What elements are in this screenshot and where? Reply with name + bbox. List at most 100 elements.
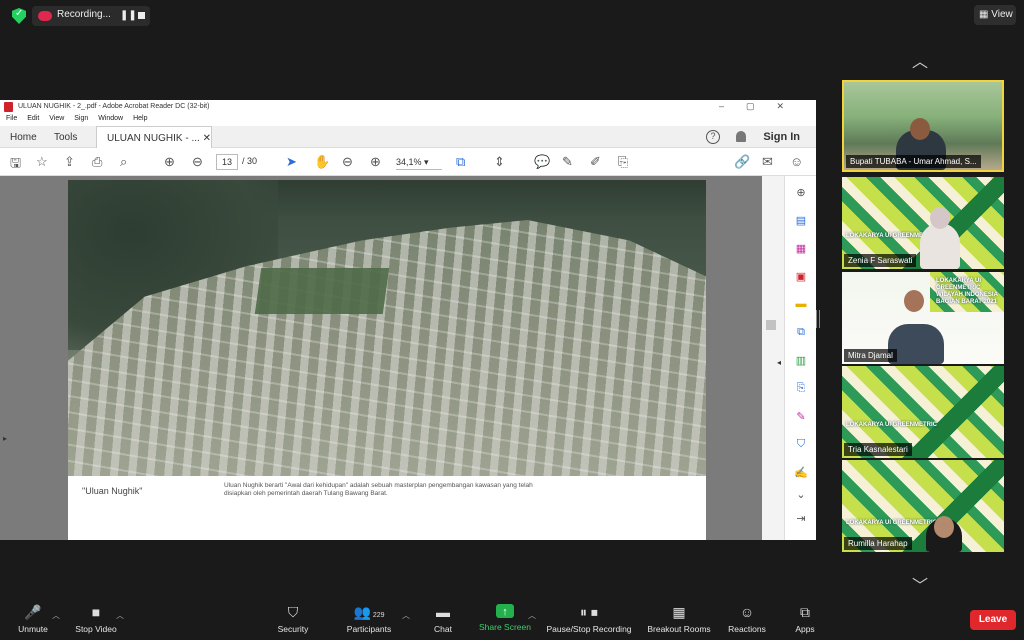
acrobat-toolbar: 🖫 ☆ ⇪ ⎙ ⌕ ⊕ ⊖ 13 / 30 ➤ ✋ ⊖ ⊕ 34,1% ▾ ⧉ … <box>0 148 816 176</box>
upload-icon[interactable]: ⇪ <box>64 154 75 170</box>
share-screen-button[interactable]: ↑ Share Screen <box>476 604 534 638</box>
apps-icon: ⧉ <box>800 604 810 620</box>
gallery-down-chevron-icon[interactable]: ﹀ <box>912 572 928 596</box>
breakout-grid-icon: ▦ <box>672 604 686 620</box>
scrollbar-thumb[interactable] <box>766 320 776 330</box>
participant-name: Tria Kasnalestari <box>844 443 912 456</box>
zoom-select[interactable]: 34,1% ▾ <box>396 154 442 170</box>
tab-home[interactable]: Home <box>10 126 37 148</box>
participant-tile[interactable]: LOKAKARYA UI GREENMETRIC Rumilla Harahap <box>842 460 1004 552</box>
share-screen-icon: ↑ <box>496 604 514 618</box>
apps-button[interactable]: ⧉ Apps <box>790 604 820 638</box>
zoom-value: 34,1% <box>396 157 422 167</box>
security-shield-icon: ⛉ <box>287 604 299 620</box>
security-label: Security <box>277 624 309 634</box>
select-cursor-icon[interactable]: ➤ <box>286 154 297 170</box>
fill-sign-icon[interactable]: ⎘ <box>618 154 628 170</box>
next-page-icon[interactable]: ⊖ <box>192 154 203 170</box>
comment-tool-icon[interactable]: ▬ <box>794 298 808 312</box>
fit-page-icon[interactable]: ⧉ <box>456 154 465 170</box>
hand-tool-icon[interactable]: ✋ <box>314 154 330 170</box>
acrobat-tabs: Home Tools ULUAN NUGHIK - ... ✕ ? Sign I… <box>0 126 816 148</box>
scroll-mode-icon[interactable]: ⇕ <box>494 154 505 170</box>
panel-resize-handle[interactable] <box>816 310 820 328</box>
chat-label: Chat <box>434 624 452 634</box>
document-view[interactable]: "Uluan Nughik" Uluan Nughik berarti "Awa… <box>0 176 784 540</box>
stop-recording-icon[interactable] <box>138 12 145 19</box>
sign-tool-icon[interactable]: ✍ <box>794 466 808 480</box>
menu-window[interactable]: Window <box>98 115 123 122</box>
leave-button[interactable]: Leave <box>970 610 1016 630</box>
save-icon[interactable]: 🖫 <box>10 154 21 176</box>
email-icon[interactable]: ✉ <box>762 154 773 170</box>
more-tools-chevron-icon[interactable]: ⌄ <box>794 488 808 502</box>
create-pdf-icon[interactable]: ▣ <box>794 270 808 284</box>
view-button[interactable]: ▦ View <box>974 5 1016 25</box>
participant-tile[interactable]: LOKAKARYA UI GREENMETRIC Tria Kasnalesta… <box>842 366 1004 458</box>
menu-file[interactable]: File <box>6 115 17 122</box>
participant-tile[interactable]: LOKAKARYA UI GREENMETRIC Zenia F Saraswa… <box>842 177 1004 269</box>
reactions-button[interactable]: ☺ Reactions <box>724 604 770 638</box>
protect-icon[interactable]: ⛉ <box>794 438 808 452</box>
gallery-up-chevron-icon[interactable]: ︿ <box>912 48 928 72</box>
prev-page-icon[interactable]: ⊕ <box>164 154 175 170</box>
recording-label: Recording... <box>57 9 111 20</box>
combine-files-icon[interactable]: ⧉ <box>794 326 808 340</box>
right-panel-toggle-icon[interactable]: ◂ <box>777 358 781 367</box>
pause-stop-recording-button[interactable]: ⏸ ⏹ Pause/Stop Recording <box>544 604 634 638</box>
menu-edit[interactable]: Edit <box>27 115 39 122</box>
bookmark-star-icon[interactable]: ☆ <box>36 154 48 170</box>
help-icon[interactable]: ? <box>706 130 720 144</box>
menu-help[interactable]: Help <box>133 115 147 122</box>
meeting-top-bar: Recording... ❚❚ ▦ View <box>0 0 1024 32</box>
chat-bubble-icon: ▬ <box>436 604 450 620</box>
print-icon[interactable]: ⎙ <box>92 154 102 170</box>
menu-view[interactable]: View <box>49 115 64 122</box>
security-button[interactable]: ⛉ Security <box>272 604 314 638</box>
zoom-in-icon[interactable]: ⊕ <box>370 154 381 170</box>
participants-caret-icon[interactable]: ︿ <box>402 610 410 621</box>
participants-button[interactable]: 👥 229 Participants <box>340 604 398 638</box>
audio-options-caret-icon[interactable]: ︿ <box>52 610 60 621</box>
link-icon[interactable]: 🔗 <box>734 154 750 170</box>
participant-tile[interactable]: Bupati TUBABA - Umar Ahmad, S... <box>842 80 1004 172</box>
search-icon[interactable]: ⌕ <box>120 154 127 170</box>
reactions-smiley-icon: ☺ <box>739 604 755 620</box>
unmute-button[interactable]: 🎤 Unmute <box>12 604 54 638</box>
participant-name: Mitra Djamal <box>844 349 897 362</box>
page-number-input[interactable]: 13 <box>216 154 238 170</box>
zoom-out-icon[interactable]: ⊖ <box>342 154 353 170</box>
compress-icon[interactable]: ▥ <box>794 354 808 368</box>
zoom-search-icon[interactable]: ⊕ <box>794 186 808 200</box>
tab-document[interactable]: ULUAN NUGHIK - ... ✕ <box>96 126 212 148</box>
highlight-pen-icon[interactable]: ✎ <box>562 154 573 170</box>
stop-video-label: Stop Video <box>75 624 117 634</box>
menu-bar: File Edit View Sign Window Help <box>0 114 816 126</box>
notification-bell-icon[interactable] <box>736 131 746 142</box>
participant-tile[interactable]: LOKAKARYA UI GREENMETRIC WILAYAH INDONES… <box>842 272 1004 364</box>
export-pdf-icon[interactable]: ▤ <box>794 214 808 228</box>
participants-icon: 👥 229 <box>353 604 385 620</box>
stop-video-button[interactable]: ■ Stop Video <box>70 604 122 638</box>
tab-tools[interactable]: Tools <box>54 126 77 148</box>
participants-count: 229 <box>372 612 385 619</box>
menu-sign[interactable]: Sign <box>74 115 88 122</box>
breakout-rooms-button[interactable]: ▦ Breakout Rooms <box>644 604 714 638</box>
draw-icon[interactable]: ✐ <box>590 154 601 170</box>
video-options-caret-icon[interactable]: ︿ <box>116 610 124 621</box>
left-panel-toggle-icon[interactable]: ▸ <box>3 434 7 443</box>
chat-button[interactable]: ▬ Chat <box>426 604 460 638</box>
meeting-controls: 🎤 Unmute ︿ ■ Stop Video ︿ ⛉ Security 👥 22… <box>0 600 1024 640</box>
organize-pages-icon[interactable]: ▦ <box>794 242 808 256</box>
fill-sign-tool-icon[interactable]: ✎ <box>794 410 808 424</box>
sign-in-button[interactable]: Sign In <box>763 131 800 143</box>
comment-icon[interactable]: 💬 <box>534 154 550 170</box>
account-icon[interactable]: ☺ <box>790 154 803 169</box>
edit-pdf-icon[interactable]: ⎘ <box>794 382 808 396</box>
participant-avatar <box>920 223 960 269</box>
share-options-caret-icon[interactable]: ︿ <box>528 610 536 621</box>
collapse-pane-icon[interactable]: ⇥ <box>794 512 808 526</box>
window-controls[interactable]: –▢✕ <box>719 101 806 112</box>
encryption-shield-icon[interactable] <box>12 8 26 24</box>
pause-recording-icon[interactable]: ❚❚ <box>120 10 137 21</box>
